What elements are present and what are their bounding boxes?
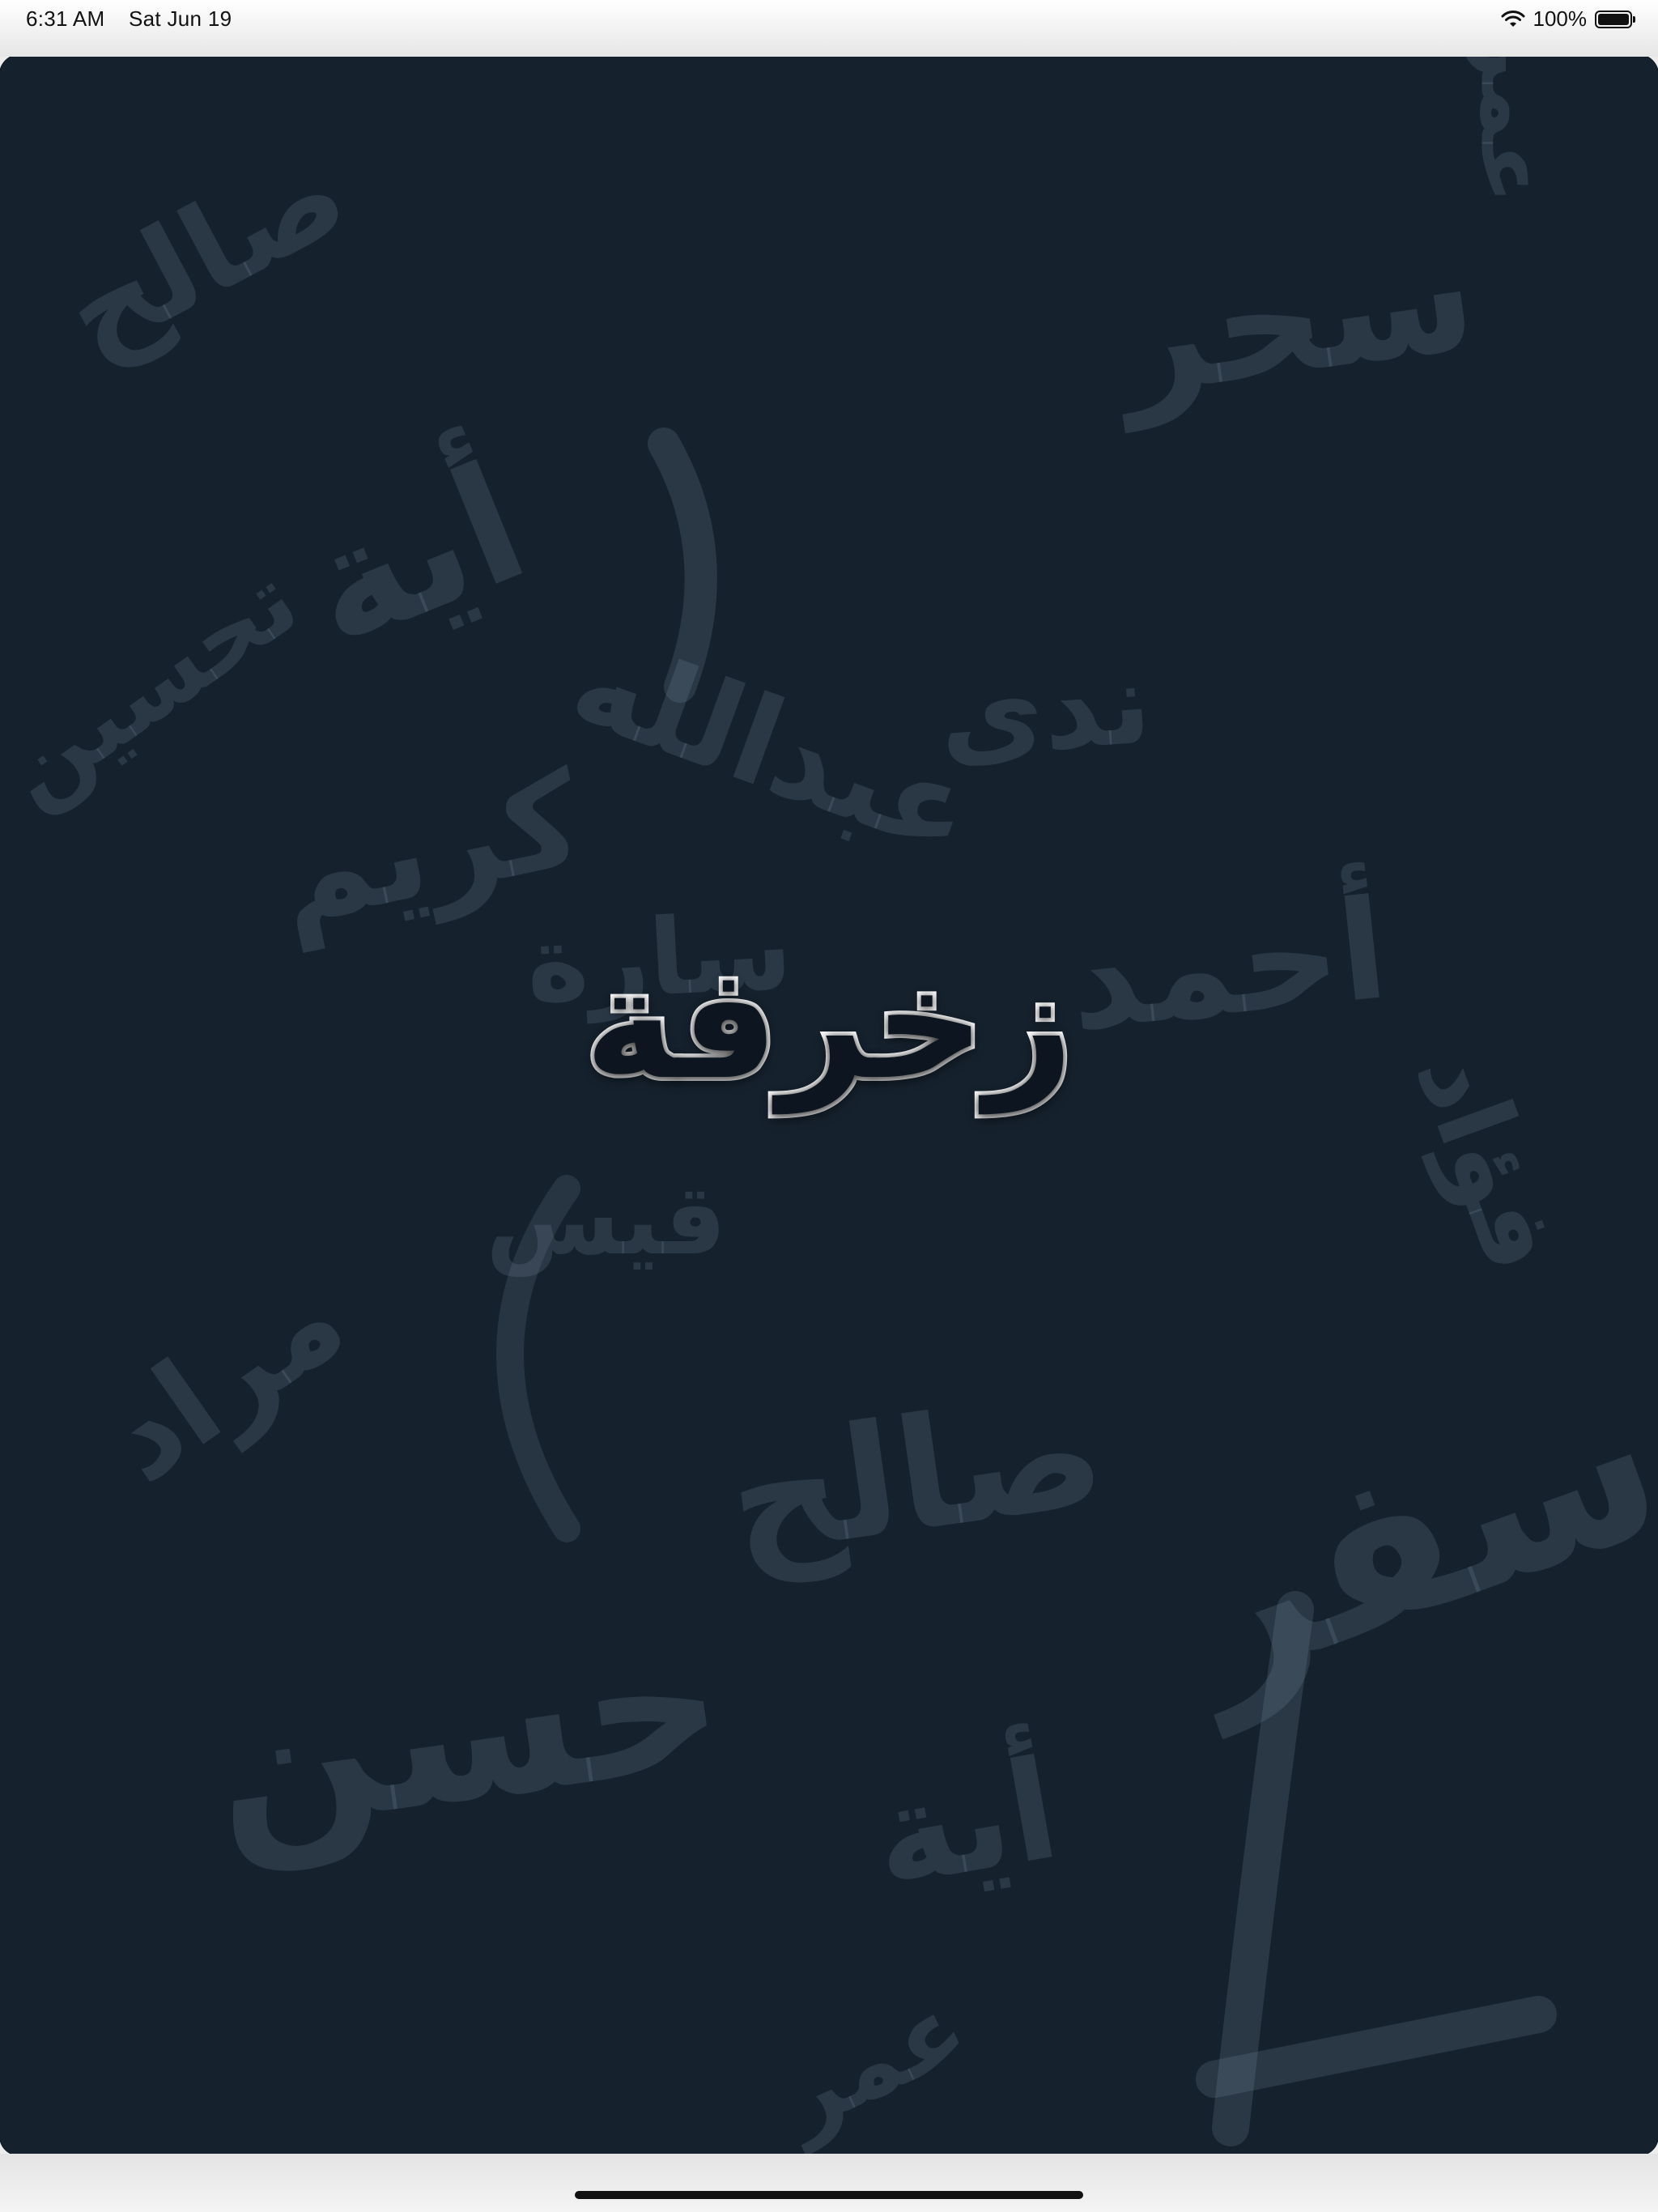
splash-screen: 6:31 AM Sat Jun 19 100% صالح عمر سحر أية… bbox=[0, 0, 1658, 2212]
wifi-icon bbox=[1501, 10, 1524, 27]
battery-full-icon bbox=[1595, 10, 1635, 28]
battery-percent: 100% bbox=[1533, 6, 1588, 31]
status-bar: 6:31 AM Sat Jun 19 100% bbox=[0, 0, 1658, 57]
status-date: Sat Jun 19 bbox=[129, 6, 232, 31]
bottom-bar bbox=[0, 2154, 1658, 2212]
home-indicator[interactable] bbox=[575, 2191, 1083, 2199]
status-time: 6:31 AM bbox=[26, 6, 105, 31]
status-right: 100% bbox=[1501, 6, 1635, 32]
app-logo: زخرفة bbox=[580, 934, 1078, 1113]
status-left: 6:31 AM Sat Jun 19 bbox=[26, 6, 249, 32]
